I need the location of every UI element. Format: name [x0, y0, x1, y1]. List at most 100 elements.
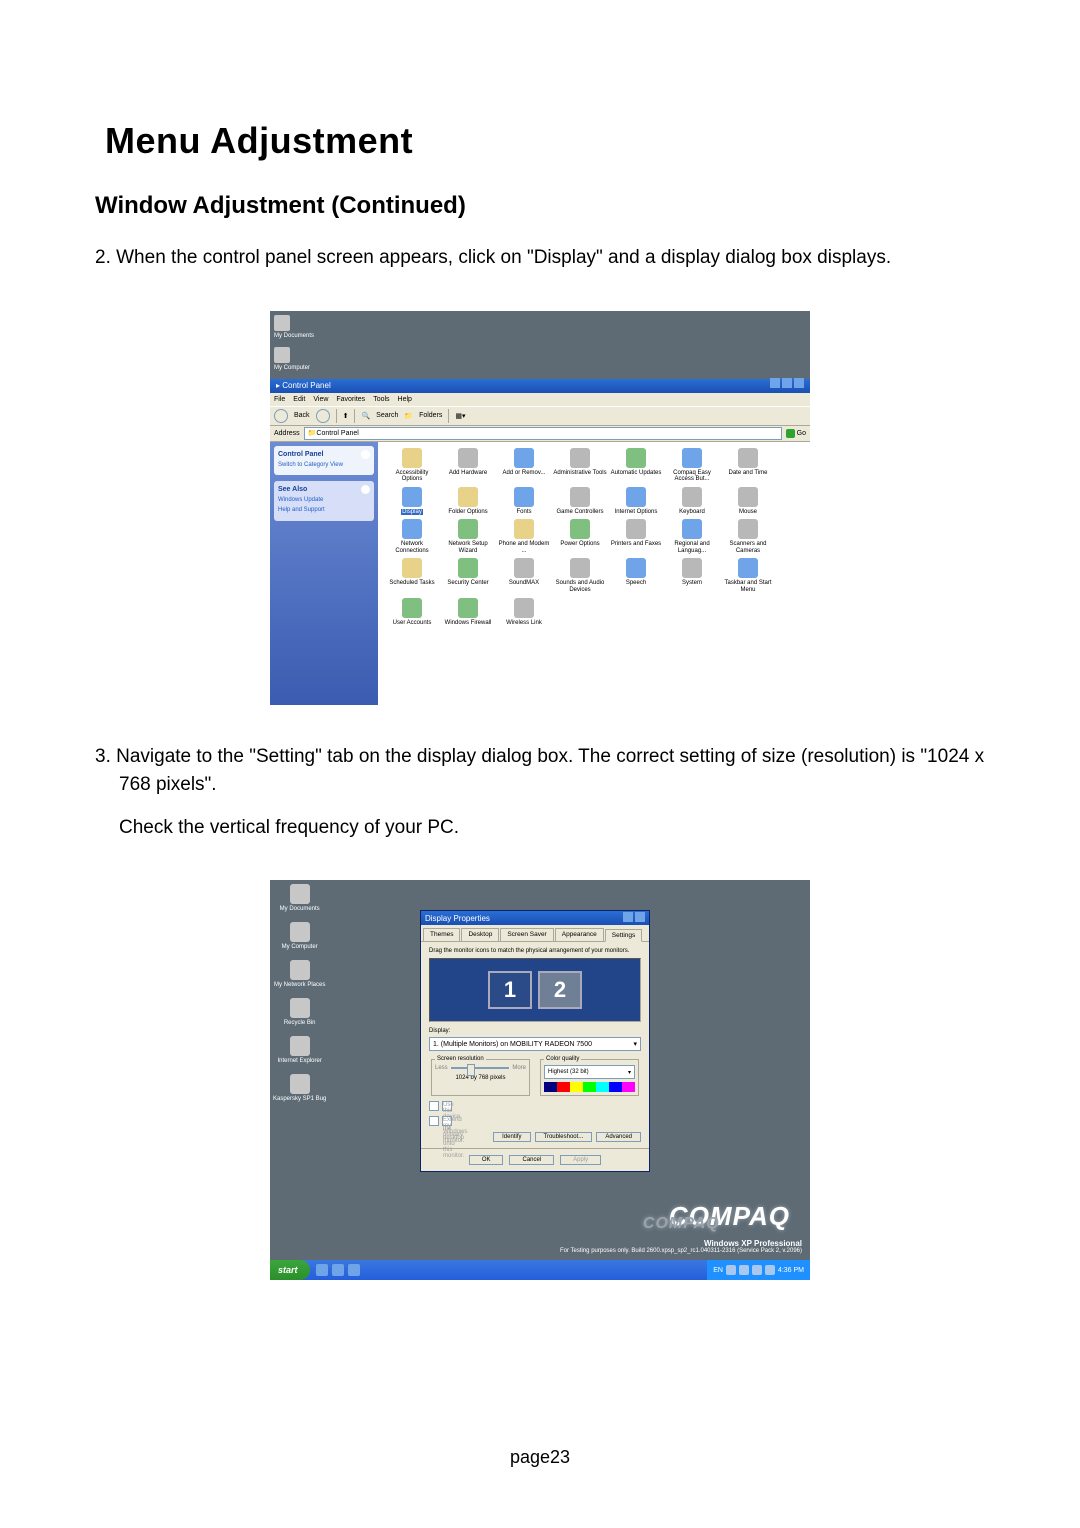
- control-panel-item[interactable]: User Accounts: [384, 598, 440, 627]
- menu-view[interactable]: View: [313, 396, 328, 403]
- control-panel-item[interactable]: Sounds and Audio Devices: [552, 558, 608, 593]
- control-panel-item[interactable]: Phone and Modem ...: [496, 519, 552, 554]
- control-panel-item[interactable]: Accessibility Options: [384, 448, 440, 483]
- color-group: Color quality Highest (32 bit)▾: [540, 1056, 639, 1096]
- control-panel-item[interactable]: Windows Firewall: [440, 598, 496, 627]
- control-panel-item[interactable]: Scheduled Tasks: [384, 558, 440, 593]
- item-label: Sounds and Audio Devices: [552, 580, 608, 593]
- up-icon[interactable]: ⬆: [343, 412, 349, 420]
- help-support-link[interactable]: Help and Support: [278, 507, 370, 515]
- control-panel-item[interactable]: Date and Time: [720, 448, 776, 483]
- control-panel-item[interactable]: Fonts: [496, 487, 552, 516]
- control-panel-item[interactable]: Add or Remov...: [496, 448, 552, 483]
- menu-favorites[interactable]: Favorites: [336, 396, 365, 403]
- control-panel-item[interactable]: Internet Options: [608, 487, 664, 516]
- monitor-1[interactable]: 1: [488, 971, 532, 1009]
- apply-button[interactable]: Apply: [560, 1155, 601, 1165]
- color-swatch: [544, 1082, 635, 1092]
- control-panel-item[interactable]: Network Connections: [384, 519, 440, 554]
- dialog-tabs[interactable]: Themes Desktop Screen Saver Appearance S…: [421, 925, 649, 942]
- folders-icon[interactable]: 📁: [404, 412, 413, 420]
- brand-logo: COMPAQ COMPAQ: [669, 1201, 790, 1232]
- address-field[interactable]: 📁 Control Panel: [304, 427, 782, 440]
- control-panel-item[interactable]: Automatic Updates: [608, 448, 664, 483]
- address-bar[interactable]: Address 📁 Control Panel Go: [270, 426, 810, 442]
- chevron-down-icon[interactable]: ▾: [633, 1040, 637, 1048]
- window-controls[interactable]: [768, 378, 804, 393]
- tab-desktop[interactable]: Desktop: [461, 928, 499, 941]
- tray-icon[interactable]: [765, 1265, 775, 1275]
- search-icon[interactable]: 🔍: [361, 412, 370, 420]
- control-panel-item[interactable]: Display: [384, 487, 440, 516]
- resolution-slider[interactable]: Less More: [435, 1065, 526, 1071]
- control-panel-item[interactable]: Printers and Faxes: [608, 519, 664, 554]
- windows-update-link[interactable]: Windows Update: [278, 497, 370, 505]
- tab-appearance[interactable]: Appearance: [555, 928, 604, 941]
- tab-screensaver[interactable]: Screen Saver: [500, 928, 553, 941]
- control-panel-item[interactable]: Regional and Languag...: [664, 519, 720, 554]
- control-panel-item[interactable]: Compaq Easy Access But...: [664, 448, 720, 483]
- control-panel-item[interactable]: Scanners and Cameras: [720, 519, 776, 554]
- toolbar[interactable]: Back ⬆ 🔍 Search 📁 Folders ▦▾: [270, 406, 810, 426]
- control-panel-item[interactable]: System: [664, 558, 720, 593]
- system-tray[interactable]: EN 4:36 PM: [707, 1260, 810, 1280]
- color-dropdown[interactable]: Highest (32 bit)▾: [544, 1065, 635, 1079]
- tray-icon[interactable]: [726, 1265, 736, 1275]
- start-button[interactable]: start: [270, 1260, 310, 1280]
- tray-icon[interactable]: [739, 1265, 749, 1275]
- tray-language[interactable]: EN: [713, 1267, 723, 1274]
- forward-button[interactable]: [316, 409, 330, 423]
- control-panel-item[interactable]: Wireless Link: [496, 598, 552, 627]
- item-icon: [514, 558, 534, 578]
- close-icon[interactable]: [794, 378, 804, 388]
- cancel-button[interactable]: Cancel: [509, 1155, 554, 1165]
- item-label: SoundMAX: [508, 580, 540, 587]
- monitor-2[interactable]: 2: [538, 971, 582, 1009]
- go-button[interactable]: Go: [786, 429, 806, 438]
- ok-button[interactable]: OK: [469, 1155, 504, 1165]
- control-panel-item[interactable]: Game Controllers: [552, 487, 608, 516]
- screenshot-control-panel: My Documents My Computer ▸ Control Panel…: [270, 311, 810, 705]
- display-dropdown[interactable]: 1. (Multiple Monitors) on MOBILITY RADEO…: [429, 1037, 641, 1051]
- menu-bar[interactable]: File Edit View Favorites Tools Help: [270, 393, 810, 406]
- item-label: Phone and Modem ...: [496, 541, 552, 554]
- menu-help[interactable]: Help: [398, 396, 412, 403]
- tray-icon[interactable]: [752, 1265, 762, 1275]
- collapse-icon[interactable]: [361, 450, 370, 459]
- control-panel-item[interactable]: Folder Options: [440, 487, 496, 516]
- help-icon[interactable]: [623, 912, 633, 922]
- control-panel-item[interactable]: Keyboard: [664, 487, 720, 516]
- control-panel-item[interactable]: Taskbar and Start Menu: [720, 558, 776, 593]
- troubleshoot-button[interactable]: Troubleshoot...: [535, 1132, 593, 1142]
- switch-category-link[interactable]: Switch to Category View: [278, 462, 370, 470]
- menu-tools[interactable]: Tools: [373, 396, 389, 403]
- desktop-item: Kaspersky SP1 Bug: [273, 1074, 326, 1102]
- advanced-button[interactable]: Advanced: [596, 1132, 641, 1142]
- control-panel-item[interactable]: Power Options: [552, 519, 608, 554]
- quick-launch[interactable]: [316, 1264, 360, 1276]
- identify-button[interactable]: Identify: [493, 1132, 530, 1142]
- tab-settings[interactable]: Settings: [605, 929, 643, 942]
- control-panel-item[interactable]: Security Center: [440, 558, 496, 593]
- clock[interactable]: 4:36 PM: [778, 1267, 804, 1274]
- menu-file[interactable]: File: [274, 396, 285, 403]
- control-panel-item[interactable]: Mouse: [720, 487, 776, 516]
- control-panel-item[interactable]: SoundMAX: [496, 558, 552, 593]
- collapse-icon[interactable]: [361, 485, 370, 494]
- control-panel-item[interactable]: Network Setup Wizard: [440, 519, 496, 554]
- taskbar[interactable]: start EN 4:36 PM: [270, 1260, 810, 1280]
- views-icon[interactable]: ▦▾: [455, 412, 465, 420]
- minimize-icon[interactable]: [770, 378, 780, 388]
- close-icon[interactable]: [635, 912, 645, 922]
- display-label: Display:: [429, 1028, 641, 1034]
- tab-themes[interactable]: Themes: [423, 928, 460, 941]
- control-panel-item[interactable]: Administrative Tools: [552, 448, 608, 483]
- chevron-down-icon[interactable]: ▾: [628, 1069, 631, 1076]
- monitor-preview[interactable]: 1 2: [429, 958, 641, 1022]
- menu-edit[interactable]: Edit: [293, 396, 305, 403]
- control-panel-item[interactable]: Speech: [608, 558, 664, 593]
- back-button[interactable]: [274, 409, 288, 423]
- maximize-icon[interactable]: [782, 378, 792, 388]
- control-panel-item[interactable]: Add Hardware: [440, 448, 496, 483]
- dialog-controls[interactable]: [621, 912, 645, 924]
